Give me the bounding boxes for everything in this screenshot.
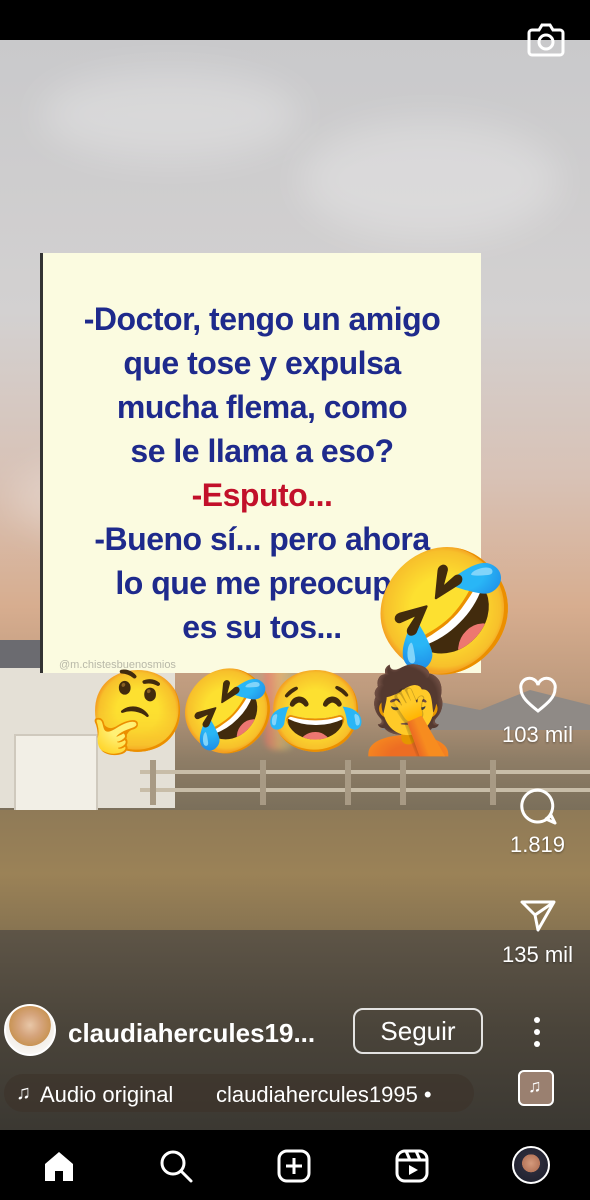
like-button[interactable]: 103 mil (490, 676, 585, 748)
paper-plane-icon[interactable] (518, 896, 558, 936)
heart-icon[interactable] (518, 676, 558, 716)
meme-line-punchline: -Esputo... (191, 477, 333, 513)
share-button[interactable]: 135 mil (490, 896, 585, 968)
music-note-icon: ♫ (16, 1082, 31, 1104)
tears-of-joy-emoji-sticker: 😂 (266, 667, 366, 756)
author-row: claudiahercules19... Seguir (0, 1002, 590, 1062)
like-count: 103 mil (502, 722, 573, 747)
rofl-emoji-sticker: 🤣 (370, 545, 520, 679)
rofl-emoji-sticker: 🤣 (178, 667, 278, 756)
follow-button[interactable]: Seguir (353, 1008, 483, 1054)
audio-thumbnail[interactable]: ♫ (518, 1070, 554, 1106)
meme-line: -Doctor, tengo un amigo (83, 301, 441, 337)
author-username[interactable]: claudiahercules19... (68, 1018, 315, 1049)
home-icon[interactable] (41, 1148, 77, 1184)
status-bar (0, 0, 590, 40)
comment-bubble-icon[interactable] (518, 786, 558, 826)
meme-line: que tose y expulsa (123, 345, 401, 381)
audio-label: Audio original (40, 1082, 174, 1107)
comment-button[interactable]: 1.819 (490, 786, 585, 858)
garage-door (14, 734, 98, 812)
sky-cloud (40, 70, 300, 160)
meme-line: mucha flema, como (116, 389, 408, 425)
thinking-emoji-sticker: 🤔 (88, 667, 188, 756)
author-avatar[interactable] (4, 1004, 56, 1056)
facepalm-emoji-sticker: 🤦 (356, 663, 461, 757)
bottom-navigation (0, 1130, 590, 1200)
sky-cloud (300, 120, 560, 240)
comment-count: 1.819 (509, 832, 566, 857)
plus-square-icon[interactable] (276, 1148, 312, 1184)
profile-avatar[interactable] (512, 1146, 550, 1184)
share-count: 135 mil (502, 942, 573, 967)
audio-row: ♫ Audio original claudiahercules1995 • ♫ (0, 1070, 590, 1114)
reels-icon[interactable] (394, 1148, 430, 1184)
camera-icon[interactable] (526, 22, 566, 58)
more-vertical-icon[interactable] (525, 1012, 549, 1052)
search-icon[interactable] (158, 1148, 194, 1184)
audio-artist: claudiahercules1995 • (216, 1082, 432, 1107)
music-note-icon: ♫ (528, 1076, 542, 1096)
audio-link[interactable]: ♫ Audio original claudiahercules1995 • (4, 1074, 474, 1112)
meme-line: se le llama a eso? (130, 433, 394, 469)
